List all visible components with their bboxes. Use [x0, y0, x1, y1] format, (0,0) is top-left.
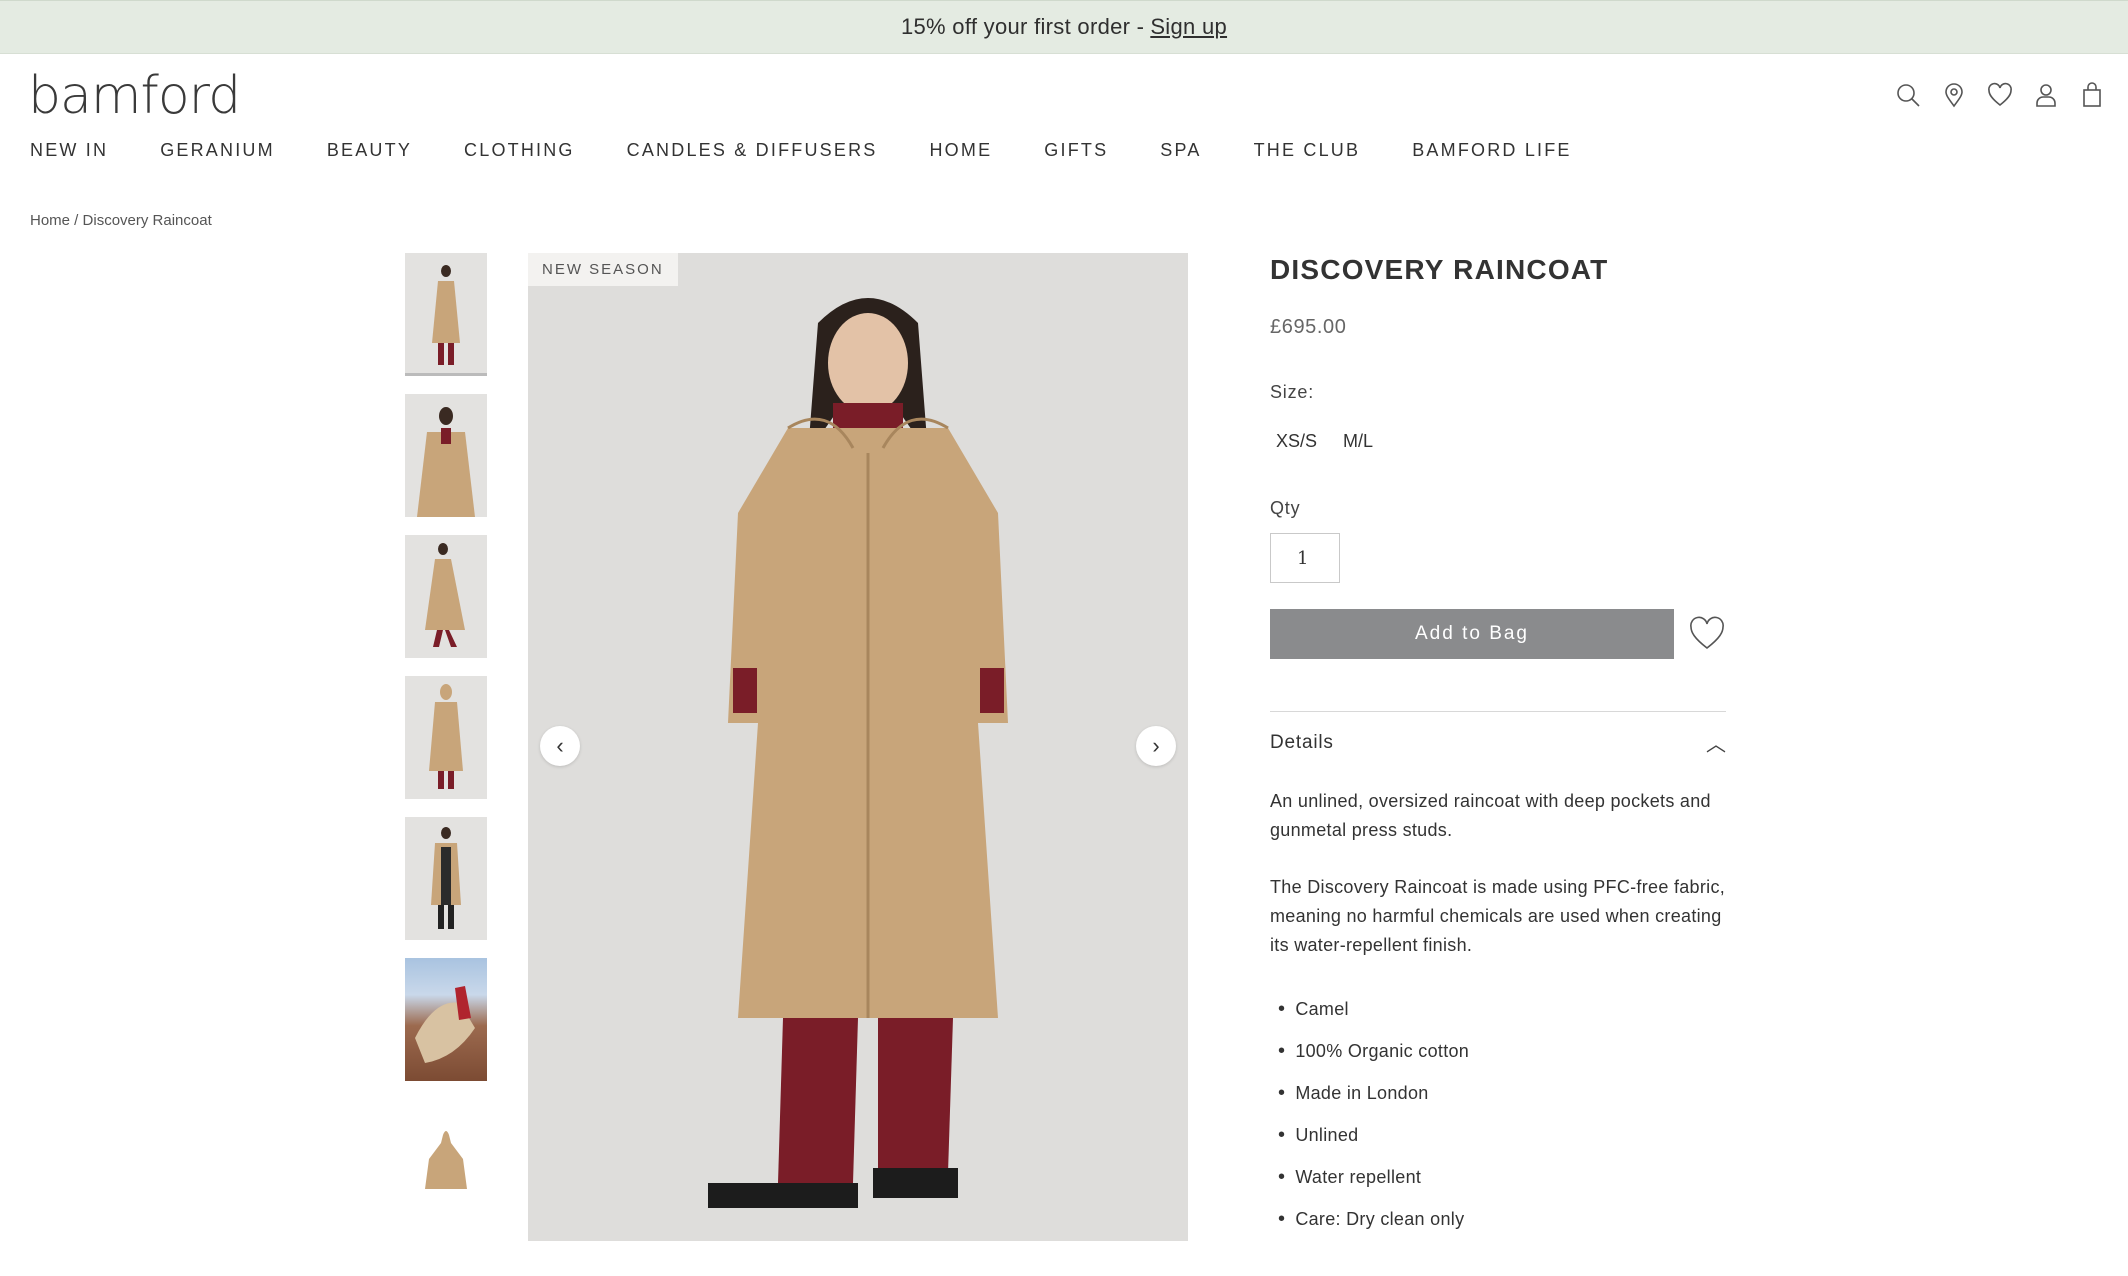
nav-item-bamford-life[interactable]: BAMFORD LIFE — [1412, 140, 1571, 161]
add-to-bag-button[interactable]: Add to Bag — [1270, 609, 1674, 659]
thumbnail-5[interactable] — [405, 817, 487, 940]
description-paragraph-2: The Discovery Raincoat is made using PFC… — [1270, 877, 1726, 955]
breadcrumb-current: Discovery Raincoat — [82, 212, 212, 229]
nav-item-new-in[interactable]: NEW IN — [30, 140, 108, 161]
nav-item-gifts[interactable]: GIFTS — [1044, 140, 1108, 161]
location-pin-icon[interactable] — [1940, 80, 1968, 110]
thumbnail-2[interactable] — [405, 394, 487, 517]
nav-item-candles-diffusers[interactable]: CANDLES & DIFFUSERS — [627, 140, 878, 161]
prev-image-button[interactable]: ‹ — [540, 726, 580, 766]
thumbnail-list — [405, 253, 489, 1240]
breadcrumb-separator: / — [70, 212, 83, 229]
wishlist-heart-icon[interactable] — [1688, 615, 1726, 653]
feature-item: 100% Organic cotton — [1270, 1030, 1726, 1072]
feature-list: Camel 100% Organic cotton Made in London… — [1270, 988, 1726, 1240]
nav-item-clothing[interactable]: CLOTHING — [464, 140, 575, 161]
product-description: An unlined, oversized raincoat with deep… — [1270, 787, 1726, 960]
chevron-up-icon: ︿ — [1706, 734, 1726, 756]
thumbnail-1[interactable] — [405, 253, 487, 376]
feature-item: Care: Dry clean only — [1270, 1198, 1726, 1240]
feature-item: Camel — [1270, 988, 1726, 1030]
feature-item: Made in London — [1270, 1072, 1726, 1114]
description-paragraph-1: An unlined, oversized raincoat with deep… — [1270, 791, 1711, 840]
product-title: DISCOVERY RAINCOAT — [1270, 254, 1609, 285]
promo-banner: 15% off your first order - Sign up — [0, 0, 2128, 54]
main-product-image: NEW SEASON ‹ › — [528, 253, 1188, 1241]
brand-logo[interactable]: bamford — [28, 70, 241, 122]
nav-item-the-club[interactable]: THE CLUB — [1254, 140, 1361, 161]
chevron-right-icon: › — [1152, 733, 1160, 758]
details-label: Details — [1270, 731, 1334, 753]
breadcrumb: Home / Discovery Raincoat — [30, 212, 212, 229]
model-illustration — [528, 253, 1188, 1241]
bag-icon[interactable] — [2078, 80, 2106, 110]
thumbnail-4[interactable] — [405, 676, 487, 799]
nav-item-geranium[interactable]: GERANIUM — [160, 140, 275, 161]
account-icon[interactable] — [2032, 80, 2060, 110]
size-label: Size: — [1270, 382, 1315, 402]
thumbnail-3[interactable] — [405, 535, 487, 658]
product-info: DISCOVERY RAINCOAT £695.00 Size: XS/S M/… — [1270, 254, 1726, 1240]
product-price: £695.00 — [1270, 316, 1347, 338]
sign-up-link[interactable]: Sign up — [1150, 14, 1227, 40]
next-image-button[interactable]: › — [1136, 726, 1176, 766]
new-season-badge: NEW SEASON — [528, 253, 678, 286]
breadcrumb-home[interactable]: Home — [30, 212, 70, 229]
heart-icon[interactable] — [1986, 80, 2014, 110]
add-to-bag-row: Add to Bag — [1270, 609, 1726, 659]
nav-item-beauty[interactable]: BEAUTY — [327, 140, 412, 161]
quantity-input[interactable]: 1 — [1270, 533, 1340, 583]
nav-item-spa[interactable]: SPA — [1160, 140, 1201, 161]
qty-label: Qty — [1270, 498, 1301, 518]
nav-item-home[interactable]: HOME — [929, 140, 992, 161]
main-nav: NEW IN GERANIUM BEAUTY CLOTHING CANDLES … — [30, 140, 1624, 161]
search-icon[interactable] — [1894, 80, 1922, 110]
size-option-m-l[interactable]: M/L — [1337, 427, 1379, 456]
promo-text: 15% off your first order - — [900, 14, 1145, 39]
header-icons — [1894, 80, 2106, 110]
thumbnail-7[interactable] — [405, 1099, 487, 1222]
feature-item: Water repellent — [1270, 1156, 1726, 1198]
details-accordion-header[interactable]: Details ︿ — [1270, 711, 1726, 757]
chevron-left-icon: ‹ — [556, 733, 564, 758]
size-options: XS/S M/L — [1270, 427, 1726, 456]
size-option-xs-s[interactable]: XS/S — [1270, 427, 1323, 456]
thumbnail-6[interactable] — [405, 958, 487, 1081]
feature-item: Unlined — [1270, 1114, 1726, 1156]
